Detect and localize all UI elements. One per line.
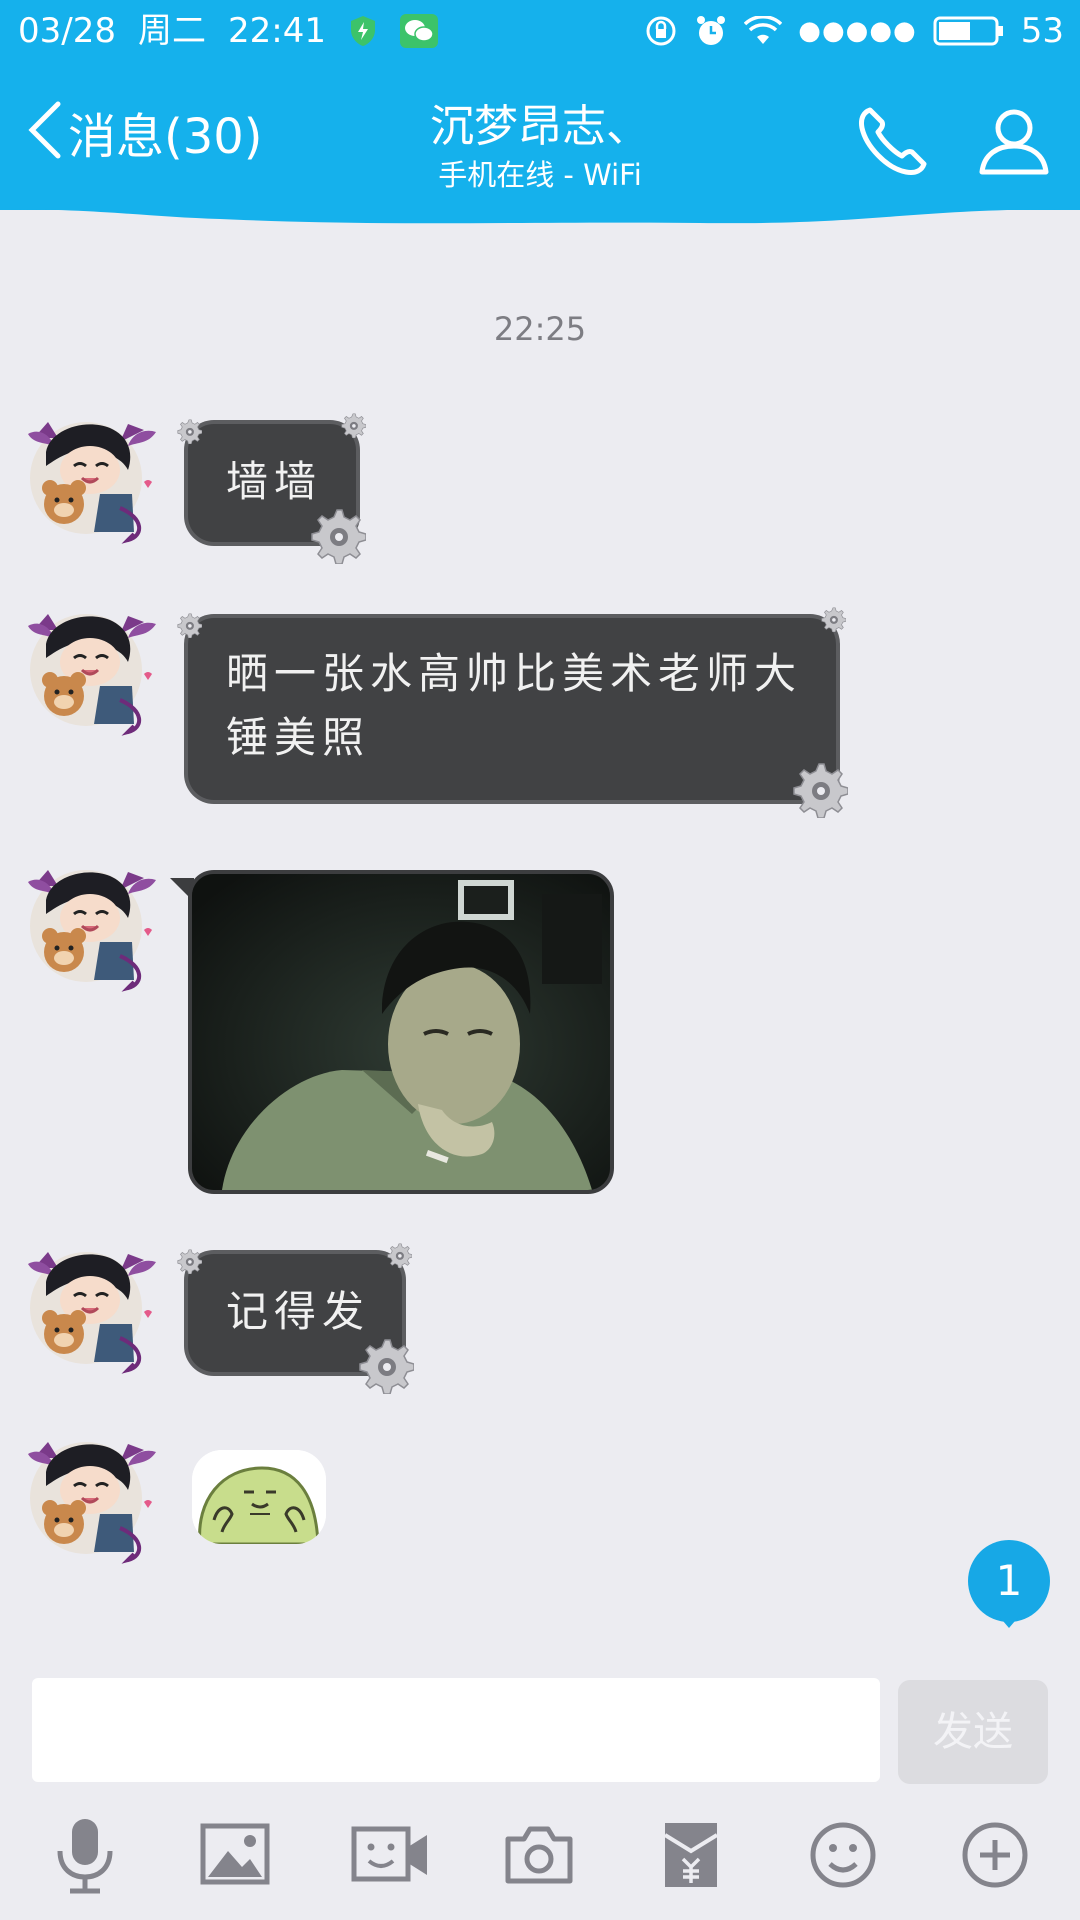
sender-avatar[interactable] — [24, 1428, 160, 1568]
bubble-gear-decoration — [356, 1336, 414, 1394]
message-photo[interactable] — [188, 870, 614, 1194]
status-bar: 03/28 周二 22:41 ●●●●● 53 — [0, 0, 1080, 62]
bubble-gear-decoration — [820, 606, 846, 632]
microphone-icon — [57, 1819, 113, 1894]
alarm-icon — [694, 14, 728, 48]
input-toolbar — [0, 1810, 1080, 1920]
more-options-button[interactable] — [950, 1810, 1040, 1900]
message-text-line: 锤美照 — [226, 713, 371, 762]
bubble-gear-decoration — [790, 760, 848, 818]
video-call-button[interactable] — [346, 1810, 436, 1900]
message-text: 记得发 — [226, 1287, 371, 1336]
rotation-lock-icon — [644, 14, 678, 48]
bubble-gear-decoration — [308, 506, 366, 564]
red-packet-icon — [663, 1823, 719, 1887]
emoji-icon — [810, 1822, 876, 1888]
phone-icon — [859, 107, 927, 175]
call-button[interactable] — [852, 102, 932, 182]
bubble-gear-decoration — [176, 1248, 202, 1274]
header-wave-decoration — [0, 205, 1080, 224]
image-icon — [200, 1823, 270, 1885]
sender-avatar[interactable] — [24, 1238, 160, 1378]
bubble-gear-decoration — [340, 412, 366, 438]
battery-icon — [933, 15, 1005, 47]
photo-button[interactable] — [190, 1810, 280, 1900]
red-packet-button[interactable] — [646, 1810, 736, 1900]
emoji-button[interactable] — [798, 1810, 888, 1900]
sender-avatar[interactable] — [24, 600, 160, 740]
signal-strength: ●●●●● — [798, 16, 917, 46]
wifi-icon — [744, 16, 783, 46]
photo-image — [192, 874, 610, 1190]
plus-icon — [962, 1822, 1028, 1888]
bubble-gear-decoration — [176, 418, 202, 444]
chat-header: 消息(30) 沉梦昂志、 手机在线 - WiFi — [0, 62, 1080, 210]
unread-count-badge[interactable]: 1 — [968, 1540, 1050, 1622]
shield-icon — [348, 14, 378, 48]
message-timestamp: 22:25 — [493, 310, 587, 348]
camera-button[interactable] — [494, 1810, 584, 1900]
wechat-icon — [399, 14, 438, 48]
message-bubble[interactable]: 晒一张水高帅比美术老师大 锤美照 — [188, 618, 836, 800]
message-input[interactable] — [32, 1678, 880, 1782]
send-button[interactable]: 发送 — [898, 1680, 1048, 1784]
status-date: 03/28 — [18, 11, 116, 51]
bubble-gear-decoration — [386, 1242, 412, 1268]
battery-level: 53 — [1020, 11, 1064, 51]
bubble-gear-decoration — [176, 612, 202, 638]
message-text: 墙墙 — [226, 457, 323, 506]
contact-profile-button[interactable] — [974, 100, 1054, 180]
message-sticker[interactable] — [192, 1450, 326, 1544]
sender-avatar[interactable] — [24, 856, 160, 996]
status-time: 22:41 — [227, 11, 326, 51]
sender-avatar[interactable] — [24, 408, 160, 548]
unread-badge-tail — [997, 1614, 1021, 1628]
video-call-icon — [351, 1826, 427, 1882]
person-icon — [979, 109, 1049, 175]
camera-icon — [505, 1826, 573, 1884]
message-text-line: 晒一张水高帅比美术老师大 — [226, 649, 803, 698]
voice-button[interactable] — [40, 1810, 130, 1900]
status-weekday: 周二 — [137, 11, 206, 51]
sticker-image — [192, 1450, 326, 1544]
